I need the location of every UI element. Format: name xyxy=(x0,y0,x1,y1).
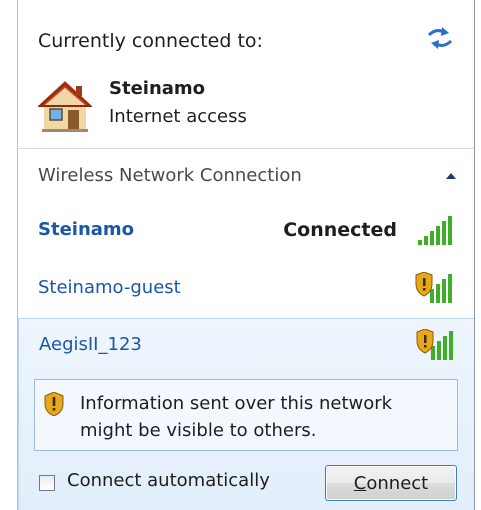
security-warning-text: Information sent over this network might… xyxy=(80,393,393,441)
refresh-arrows-icon[interactable] xyxy=(426,26,454,50)
network-state: Connected xyxy=(283,219,397,241)
network-flyout: Currently connected to: Steinamo Interne… xyxy=(17,0,475,510)
security-shield-icon xyxy=(44,392,64,416)
network-row-steinamo-guest[interactable]: Steinamo-guest xyxy=(18,262,474,318)
connection-status-text: Internet access xyxy=(109,106,247,127)
connect-accelerator: C xyxy=(353,472,367,494)
network-name: Steinamo-guest xyxy=(38,277,181,298)
chevron-up-icon[interactable] xyxy=(444,169,458,183)
security-warning-box: Information sent over this network might… xyxy=(34,379,458,451)
house-icon xyxy=(37,81,93,132)
network-row-aegisii[interactable]: AegisII_123 xyxy=(19,319,475,375)
connect-button[interactable]: Connect xyxy=(325,465,457,501)
section-divider xyxy=(18,148,474,149)
network-name: AegisII_123 xyxy=(39,334,142,355)
unsecured-signal-icon xyxy=(415,272,452,303)
unsecured-signal-icon xyxy=(416,329,453,360)
signal-strength-icon xyxy=(418,216,452,245)
connect-automatically-checkbox[interactable] xyxy=(39,475,55,491)
connected-network-name: Steinamo xyxy=(109,78,206,99)
wireless-section-title[interactable]: Wireless Network Connection xyxy=(38,165,302,186)
currently-connected-label: Currently connected to: xyxy=(38,30,263,52)
network-row-steinamo[interactable]: Steinamo Connected xyxy=(18,204,474,260)
connect-automatically-label[interactable]: Connect automatically xyxy=(67,470,270,491)
selected-network-panel[interactable]: AegisII_123 Information sent over this n… xyxy=(18,318,474,510)
network-name: Steinamo xyxy=(38,219,135,240)
connect-label: onnect xyxy=(366,472,429,494)
